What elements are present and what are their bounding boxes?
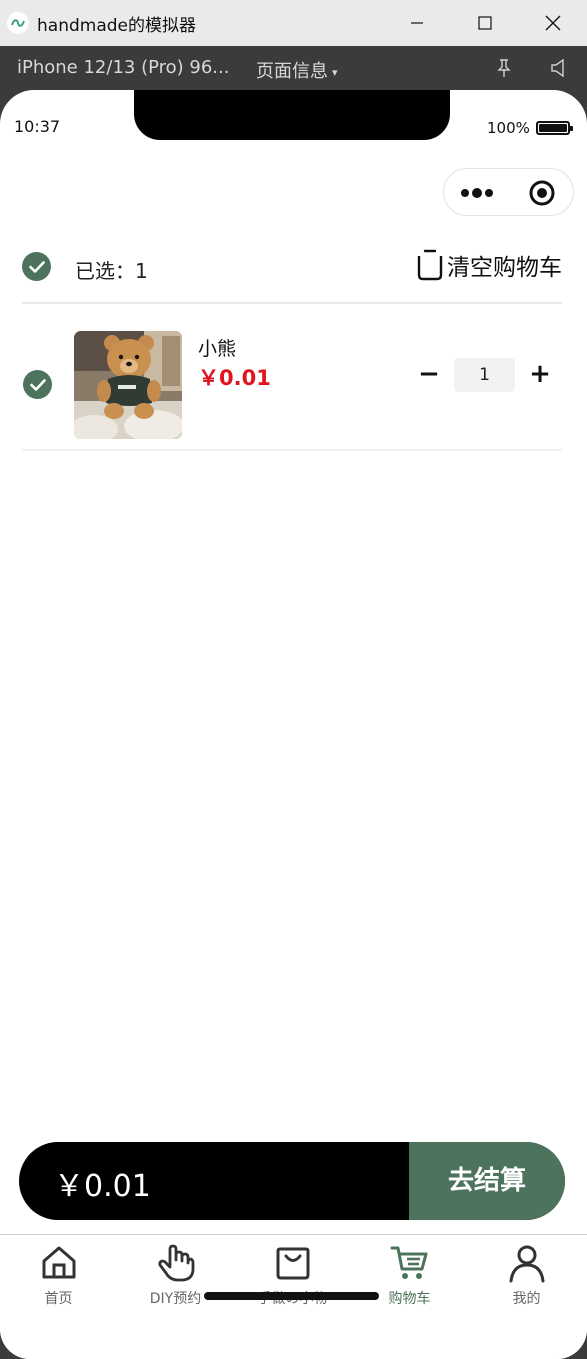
checkmark-icon: [29, 378, 46, 391]
page-info-dropdown[interactable]: 页面信息 ▾: [256, 57, 338, 83]
tab-mine-label: 我的: [512, 1291, 541, 1307]
clear-cart-label: 清空购物车: [447, 255, 562, 281]
increase-quantity-button[interactable]: +: [525, 358, 555, 392]
close-window-button[interactable]: [519, 0, 587, 46]
battery-percent: 100%: [487, 119, 530, 137]
tab-mine[interactable]: 我的: [468, 1235, 585, 1315]
window-controls: [383, 0, 587, 46]
cart-header: 已选：1 清空购物车: [22, 242, 562, 304]
cart-item: 小熊 ￥0.01 − 1 +: [22, 306, 562, 451]
maximize-button[interactable]: [451, 0, 519, 46]
caret-down-icon: ▾: [332, 65, 338, 79]
close-miniprogram-icon[interactable]: [528, 179, 556, 207]
close-icon: [545, 15, 561, 31]
tab-home-label: 首页: [44, 1291, 73, 1307]
miniprogram-capsule: [443, 168, 574, 216]
checkout-button[interactable]: 去结算: [409, 1142, 565, 1220]
phone-notch: [134, 90, 450, 140]
select-all-checkbox[interactable]: [22, 252, 51, 281]
checkmark-icon: [28, 260, 45, 273]
checkout-bar: ￥0.01 去结算: [19, 1142, 565, 1220]
hand-icon: [157, 1244, 194, 1282]
clear-cart-button[interactable]: 清空购物车: [416, 248, 562, 282]
status-time: 10:37: [14, 117, 61, 136]
minimize-button[interactable]: [383, 0, 451, 46]
quantity-stepper: − 1 +: [414, 358, 554, 394]
pin-icon[interactable]: [494, 58, 514, 78]
quantity-input[interactable]: 1: [454, 358, 515, 392]
maximize-icon: [478, 16, 492, 30]
home-indicator: [204, 1292, 379, 1300]
home-icon: [42, 1246, 75, 1279]
more-icon[interactable]: [460, 183, 496, 203]
cart-icon: [390, 1246, 427, 1279]
minimize-icon: [411, 22, 423, 24]
item-thumbnail[interactable]: [74, 331, 182, 439]
simulator-toolbar: iPhone 12/13 (Pro) 96... 页面信息 ▾: [0, 46, 587, 90]
item-name[interactable]: 小熊: [198, 334, 236, 361]
phone-screen: 10:37 100% 已选：1 清空购物车 小熊 ￥0.01 − 1 + ￥0.…: [0, 90, 587, 1359]
tab-diy[interactable]: DIY预约: [117, 1235, 234, 1315]
page-info-label: 页面信息: [256, 61, 328, 82]
battery-icon: [536, 121, 573, 135]
user-icon: [509, 1245, 544, 1283]
device-selector[interactable]: iPhone 12/13 (Pro) 96...: [17, 57, 229, 78]
item-price: ￥0.01: [198, 366, 271, 390]
tab-home[interactable]: 首页: [0, 1235, 117, 1315]
bag-icon: [276, 1247, 309, 1280]
window-title: handmade的模拟器: [37, 15, 196, 36]
speaker-icon[interactable]: [549, 58, 569, 78]
tab-crafts[interactable]: 手做の小物: [234, 1235, 351, 1315]
app-icon: [7, 12, 29, 34]
item-checkbox[interactable]: [23, 370, 52, 399]
total-price: ￥0.01: [54, 1169, 151, 1204]
trash-icon: [417, 249, 443, 281]
tab-cart[interactable]: 购物车: [351, 1235, 468, 1315]
window-titlebar: handmade的模拟器: [0, 0, 587, 46]
decrease-quantity-button[interactable]: −: [414, 358, 444, 392]
teddy-bear-image: [74, 331, 182, 439]
selected-count: 已选：1: [75, 259, 148, 283]
